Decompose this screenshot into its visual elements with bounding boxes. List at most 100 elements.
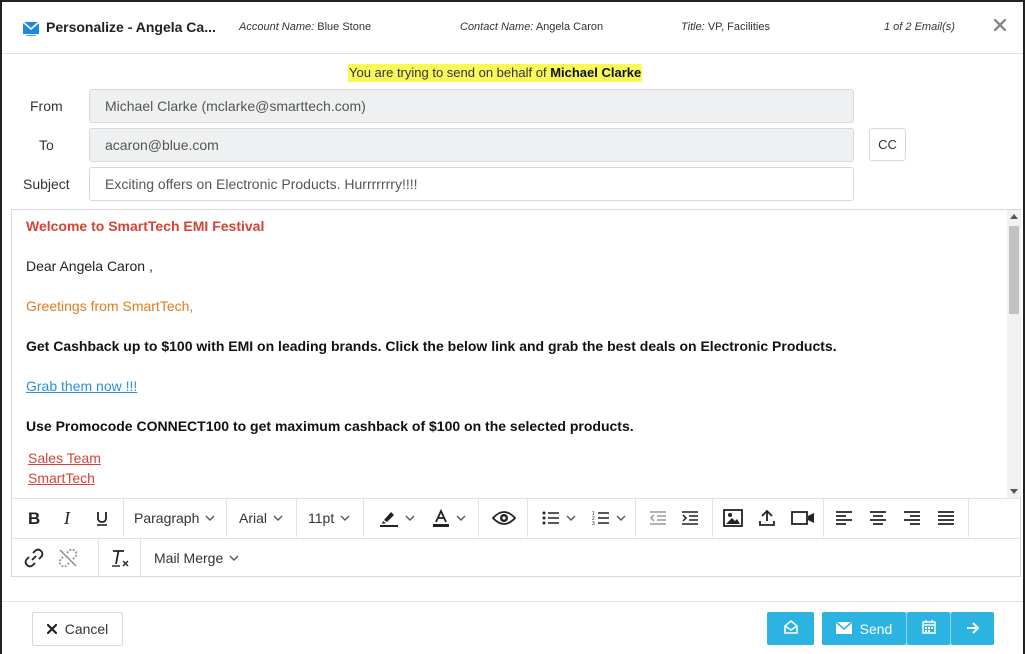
cc-button[interactable]: CC xyxy=(869,128,906,161)
behalf-notice-text: You are trying to send on behalf of xyxy=(349,65,547,80)
font-size-dropdown[interactable]: 11pt xyxy=(308,503,362,533)
title-label: Title: xyxy=(681,21,705,33)
next-button[interactable] xyxy=(951,612,994,645)
font-label: Arial xyxy=(239,510,268,526)
video-icon[interactable] xyxy=(787,503,819,533)
format-group: B I xyxy=(12,499,124,537)
scroll-up-icon[interactable] xyxy=(1010,214,1018,219)
from-field[interactable]: Michael Clarke (mclarke@smarttech.com) xyxy=(89,89,854,123)
clear-format-group xyxy=(99,539,141,577)
from-label: From xyxy=(30,98,63,114)
body-welcome: Welcome to SmartTech EMI Festival xyxy=(26,218,265,234)
chevron-down-icon xyxy=(340,515,350,521)
body-link[interactable]: Grab them now !!! xyxy=(26,378,137,394)
account-name-value: Blue Stone xyxy=(317,21,372,33)
send-button[interactable]: Send xyxy=(822,612,906,645)
bullet-list-icon xyxy=(542,510,560,526)
subject-input[interactable]: Exciting offers on Electronic Products. … xyxy=(89,167,854,201)
link-group xyxy=(12,539,99,577)
dialog-header: Personalize - Angela Ca... Account Name:… xyxy=(2,2,1023,54)
font-size-label: 11pt xyxy=(308,510,335,526)
mail-merge-label: Mail Merge xyxy=(154,550,224,566)
dialog-footer: Cancel Send xyxy=(2,601,1023,654)
body-greeting: Greetings from SmartTech, xyxy=(26,298,194,314)
insert-group xyxy=(713,499,824,537)
align-left-icon[interactable] xyxy=(830,503,858,533)
editor-toolbar: B I Paragraph Arial 11pt 1 2 3 Mail Merg… xyxy=(12,498,1020,577)
to-field[interactable]: acaron@blue.com xyxy=(89,128,854,162)
align-center-icon[interactable] xyxy=(864,503,892,533)
font-size-group: 11pt xyxy=(297,499,364,537)
chevron-down-icon xyxy=(229,555,239,561)
preview-group xyxy=(479,499,528,537)
paragraph-group: Paragraph xyxy=(124,499,227,537)
paragraph-label: Paragraph xyxy=(134,510,200,526)
schedule-button[interactable] xyxy=(907,612,950,645)
link-icon[interactable] xyxy=(20,543,48,573)
account-name-label: Account Name: xyxy=(239,21,315,33)
calendar-icon xyxy=(921,620,936,637)
cancel-button[interactable]: Cancel xyxy=(32,612,123,646)
align-justify-icon[interactable] xyxy=(932,503,960,533)
scroll-thumb[interactable] xyxy=(1009,226,1019,314)
title-value: VP, Facilities xyxy=(707,21,770,33)
image-icon[interactable] xyxy=(719,503,747,533)
body-cashback: Get Cashback up to $100 with EMI on lead… xyxy=(26,338,837,354)
indent-icon[interactable] xyxy=(676,503,704,533)
toolbar-row-1: B I Paragraph Arial 11pt 1 2 3 xyxy=(12,499,1020,538)
contact-name-label: Contact Name: xyxy=(460,21,534,33)
email-icon xyxy=(22,20,40,37)
body-promo: Use Promocode CONNECT100 to get maximum … xyxy=(26,418,634,434)
arrow-right-icon xyxy=(966,621,980,637)
behalf-notice: You are trying to send on behalf of Mich… xyxy=(348,64,643,82)
preview-mail-button[interactable] xyxy=(767,612,814,645)
italic-icon[interactable]: I xyxy=(54,503,82,533)
email-body[interactable]: Welcome to SmartTech EMI Festival Dear A… xyxy=(12,210,1007,498)
subject-label: Subject xyxy=(23,176,70,192)
numbered-list-icon: 123 xyxy=(592,510,610,526)
chevron-down-icon xyxy=(456,515,466,521)
dialog-title: Personalize - Angela Ca... xyxy=(46,19,216,35)
email-count: 1 of 2 Email(s) xyxy=(884,21,955,33)
upload-icon[interactable] xyxy=(753,503,781,533)
close-icon[interactable] xyxy=(992,17,1008,33)
paragraph-dropdown[interactable]: Paragraph xyxy=(134,503,222,533)
highlight-color-button[interactable] xyxy=(374,503,420,533)
cancel-label: Cancel xyxy=(64,621,109,637)
align-group xyxy=(824,499,969,537)
mail-merge-dropdown[interactable]: Mail Merge xyxy=(154,543,254,573)
svg-text:B: B xyxy=(28,510,40,526)
chevron-down-icon xyxy=(405,515,415,521)
align-right-icon[interactable] xyxy=(898,503,926,533)
account-name-field: Account Name: Blue Stone xyxy=(239,21,371,33)
bold-icon[interactable]: B xyxy=(20,503,48,533)
chevron-down-icon xyxy=(273,515,283,521)
svg-text:I: I xyxy=(63,510,71,526)
svg-text:3: 3 xyxy=(592,521,595,526)
open-envelope-icon xyxy=(783,619,799,638)
preview-eye-icon[interactable] xyxy=(489,503,519,533)
font-dropdown[interactable]: Arial xyxy=(239,503,295,533)
scroll-down-icon[interactable] xyxy=(1010,489,1018,494)
outdent-icon[interactable] xyxy=(644,503,672,533)
title-field: Title: VP, Facilities xyxy=(681,21,770,33)
contact-name-field: Contact Name: Angela Caron xyxy=(460,21,603,33)
font-group: Arial xyxy=(227,499,297,537)
toolbar-row-2: Mail Merge xyxy=(12,538,1020,577)
unlink-icon[interactable] xyxy=(54,543,82,573)
personalize-dialog: Personalize - Angela Ca... Account Name:… xyxy=(0,0,1025,654)
numbered-list-button[interactable]: 123 xyxy=(586,503,632,533)
email-editor: Welcome to SmartTech EMI Festival Dear A… xyxy=(11,209,1021,577)
editor-scrollbar[interactable] xyxy=(1007,210,1021,498)
indent-group xyxy=(636,499,713,537)
highlighter-icon xyxy=(379,509,399,527)
bullet-list-button[interactable] xyxy=(536,503,582,533)
body-greeting-name: Dear Angela Caron , xyxy=(26,258,153,274)
signature-smarttech[interactable]: SmartTech xyxy=(28,470,95,486)
to-label: To xyxy=(39,137,54,153)
signature-sales-team[interactable]: Sales Team xyxy=(28,450,101,466)
close-icon xyxy=(46,621,57,637)
text-color-button[interactable] xyxy=(426,503,472,533)
underline-icon[interactable] xyxy=(88,503,116,533)
clear-formatting-icon[interactable] xyxy=(106,543,134,573)
